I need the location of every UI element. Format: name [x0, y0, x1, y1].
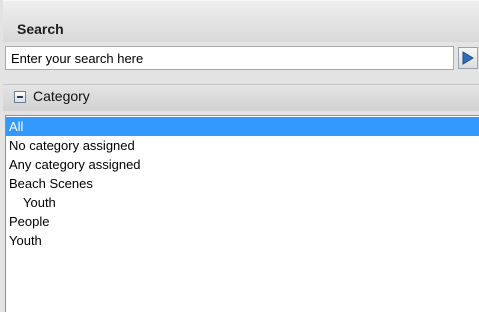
list-item[interactable]: Any category assigned: [6, 155, 479, 174]
list-item[interactable]: No category assigned: [6, 136, 479, 155]
category-list[interactable]: All No category assigned Any category as…: [5, 115, 479, 312]
list-item[interactable]: People: [6, 212, 479, 231]
search-input[interactable]: [5, 46, 454, 70]
category-header[interactable]: Category: [3, 84, 479, 111]
category-title: Category: [33, 88, 90, 104]
list-item[interactable]: Youth: [6, 193, 479, 212]
minus-box-icon[interactable]: [14, 91, 26, 103]
search-row: [3, 46, 479, 72]
list-item[interactable]: Beach Scenes: [6, 174, 479, 193]
play-arrow-icon: [462, 51, 474, 65]
search-title: Search: [17, 21, 64, 37]
search-panel: Search Category All No category assigned…: [0, 0, 479, 312]
list-item[interactable]: All: [6, 117, 479, 136]
list-item[interactable]: Youth: [6, 231, 479, 250]
search-go-button[interactable]: [458, 47, 478, 69]
search-header: Search: [3, 0, 479, 42]
